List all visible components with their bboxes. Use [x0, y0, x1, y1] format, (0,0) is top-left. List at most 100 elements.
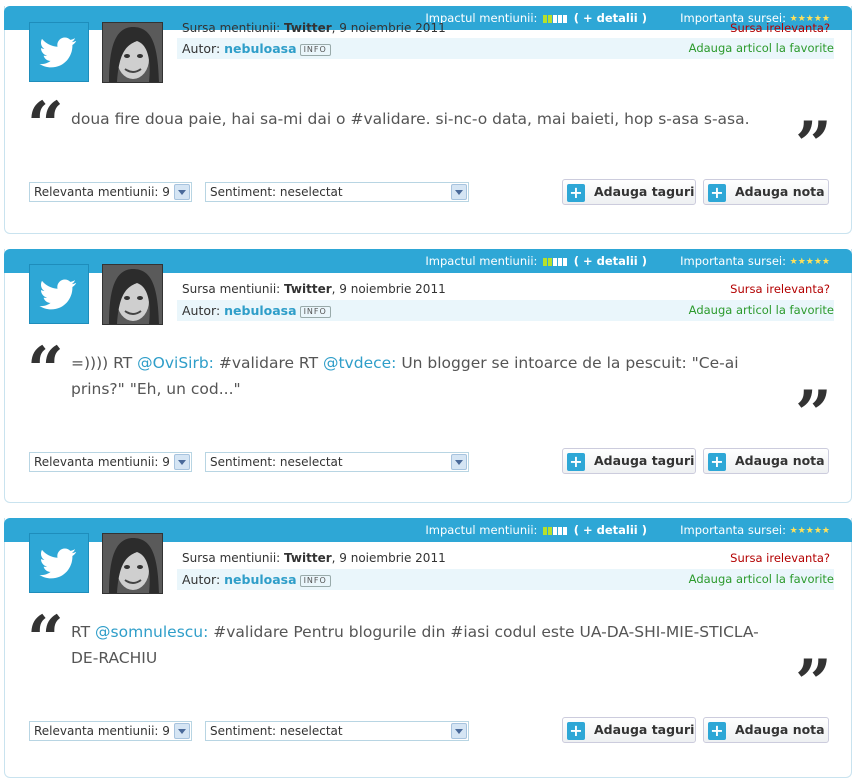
source-name: Twitter [284, 282, 332, 296]
open-quote-icon: “ [27, 88, 64, 163]
mention-user-link[interactable]: @OviSirb: [137, 354, 214, 372]
source-name: Twitter [284, 551, 332, 565]
mention-text: RT @somnulescu: #validare Pentru bloguri… [71, 619, 771, 671]
author-row: Autor: nebuloasa INFO Adauga articol la fa… [177, 300, 834, 321]
add-to-favorites-link[interactable]: Adauga articol la favorite [689, 569, 834, 590]
source-date: , 9 noiembrie 2011 [331, 282, 446, 296]
close-quote-icon: ” [795, 646, 832, 721]
chevron-down-icon[interactable] [451, 184, 467, 200]
info-badge-button[interactable]: INFO [299, 575, 331, 587]
source-importance: Importanta sursei: ★★★★★ [680, 518, 830, 543]
author-label: Autor: [182, 572, 221, 587]
source-label: Sursa mentiunii: [182, 551, 281, 565]
relevance-select[interactable]: Relevanta mentiunii: 9 [29, 182, 192, 202]
star-rating-icon: ★★★★★ [789, 526, 830, 536]
chevron-down-icon[interactable] [174, 723, 190, 739]
relevance-select[interactable]: Relevanta mentiunii: 9 [29, 452, 192, 472]
source-label: Sursa mentiunii: [182, 282, 281, 296]
close-quote-icon: ” [795, 377, 832, 452]
info-badge-button[interactable]: INFO [299, 44, 331, 56]
impact-label: Impactul mentiunii: [425, 523, 538, 537]
mention-text-part: =)))) RT [71, 354, 138, 372]
mention-text: doua fire doua paie, hai sa-mi dai o #va… [71, 106, 771, 132]
irrelevant-source-link[interactable]: Sursa irelevanta? [730, 548, 830, 568]
source-row: Sursa mentiunii: Twitter, 9 noiembrie 20… [182, 548, 830, 568]
relevance-value: Relevanta mentiunii: 9 [34, 185, 170, 199]
open-quote-icon: “ [27, 602, 64, 677]
details-link[interactable]: ( + detalii ) [574, 254, 647, 268]
twitter-bird-icon [29, 264, 89, 324]
twitter-bird-icon [29, 533, 89, 593]
author-name-link[interactable]: nebuloasa [224, 41, 296, 56]
author-row: Autor: nebuloasa INFO Adauga articol la fa… [177, 38, 834, 59]
add-tags-label: Adauga taguri [594, 722, 695, 737]
source-row: Sursa mentiunii: Twitter, 9 noiembrie 20… [182, 279, 830, 299]
mention-user-link[interactable]: @tvdece: [323, 354, 396, 372]
add-tags-label: Adauga taguri [594, 184, 695, 199]
mention-text-part: RT [71, 623, 96, 641]
plus-icon: + [567, 722, 585, 740]
mention-user-link[interactable]: @somnulescu: [95, 623, 208, 641]
source-importance: Importanta sursei: ★★★★★ [680, 249, 830, 274]
info-badge-button[interactable]: INFO [299, 306, 331, 318]
source-label: Sursa mentiunii: [182, 21, 281, 35]
add-note-label: Adauga nota [735, 722, 825, 737]
plus-icon: + [708, 453, 726, 471]
source-date: , 9 noiembrie 2011 [331, 551, 446, 565]
star-rating-icon: ★★★★★ [789, 257, 830, 267]
irrelevant-source-link[interactable]: Sursa irelevanta? [730, 279, 830, 299]
impact-level-bar [543, 519, 568, 543]
source-row: Sursa mentiunii: Twitter, 9 noiembrie 20… [182, 18, 830, 38]
open-quote-icon: “ [27, 333, 64, 408]
details-link[interactable]: ( + detalii ) [574, 523, 647, 537]
add-note-label: Adauga nota [735, 184, 825, 199]
add-note-button[interactable]: + Adauga nota [703, 448, 829, 474]
mention-text-part: doua fire doua paie, hai sa-mi dai o #va… [71, 110, 750, 128]
mention-card: Impactul mentiunii: ( + detalii ) Import… [4, 518, 852, 778]
irrelevant-source-link[interactable]: Sursa irelevanta? [730, 18, 830, 38]
mention-card: Impactul mentiunii: ( + detalii ) Import… [4, 6, 852, 234]
sentiment-select[interactable]: Sentiment: neselectat [205, 721, 469, 741]
add-note-button[interactable]: + Adauga nota [703, 717, 829, 743]
mention-text: =)))) RT @OviSirb: #validare RT @tvdece:… [71, 350, 771, 402]
sentiment-value: Sentiment: neselectat [210, 455, 343, 469]
author-avatar[interactable] [102, 22, 163, 83]
source-name: Twitter [284, 21, 332, 35]
plus-icon: + [708, 722, 726, 740]
add-tags-label: Adauga taguri [594, 453, 695, 468]
author-label: Autor: [182, 303, 221, 318]
chevron-down-icon[interactable] [451, 723, 467, 739]
sentiment-value: Sentiment: neselectat [210, 185, 343, 199]
author-label: Autor: [182, 41, 221, 56]
add-tags-button[interactable]: + Adauga taguri [562, 717, 696, 743]
plus-icon: + [708, 184, 726, 202]
chevron-down-icon[interactable] [451, 454, 467, 470]
author-name-link[interactable]: nebuloasa [224, 303, 296, 318]
impact-indicator: Impactul mentiunii: ( + detalii ) [425, 518, 647, 543]
chevron-down-icon[interactable] [174, 454, 190, 470]
relevance-select[interactable]: Relevanta mentiunii: 9 [29, 721, 192, 741]
close-quote-icon: ” [795, 108, 832, 183]
add-tags-button[interactable]: + Adauga taguri [562, 179, 696, 205]
add-note-button[interactable]: + Adauga nota [703, 179, 829, 205]
impact-label: Impactul mentiunii: [425, 254, 538, 268]
add-to-favorites-link[interactable]: Adauga articol la favorite [689, 38, 834, 59]
chevron-down-icon[interactable] [174, 184, 190, 200]
relevance-value: Relevanta mentiunii: 9 [34, 455, 170, 469]
author-avatar[interactable] [102, 533, 163, 594]
sentiment-select[interactable]: Sentiment: neselectat [205, 182, 469, 202]
add-tags-button[interactable]: + Adauga taguri [562, 448, 696, 474]
add-note-label: Adauga nota [735, 453, 825, 468]
add-to-favorites-link[interactable]: Adauga articol la favorite [689, 300, 834, 321]
author-name-link[interactable]: nebuloasa [224, 572, 296, 587]
mention-card: Impactul mentiunii: ( + detalii ) Import… [4, 249, 852, 503]
sentiment-value: Sentiment: neselectat [210, 724, 343, 738]
importance-label: Importanta sursei: [680, 523, 786, 537]
author-avatar[interactable] [102, 264, 163, 325]
plus-icon: + [567, 184, 585, 202]
source-date: , 9 noiembrie 2011 [331, 21, 446, 35]
importance-label: Importanta sursei: [680, 254, 786, 268]
author-row: Autor: nebuloasa INFO Adauga articol la fa… [177, 569, 834, 590]
sentiment-select[interactable]: Sentiment: neselectat [205, 452, 469, 472]
twitter-bird-icon [29, 22, 89, 82]
